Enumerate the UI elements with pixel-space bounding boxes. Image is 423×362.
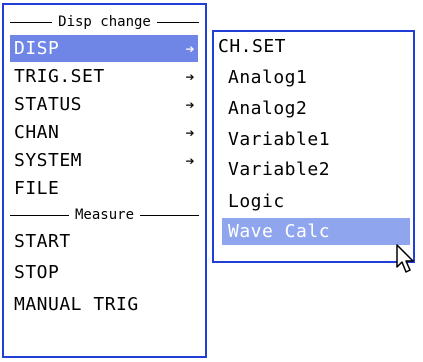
- submenu-item-label: Variable1: [228, 129, 331, 150]
- header-rule: [140, 214, 200, 216]
- submenu-title: CH.SET: [218, 36, 287, 57]
- submenu-item-variable1[interactable]: Variable1: [222, 126, 410, 153]
- section-header-disp-change: Disp change: [4, 11, 205, 33]
- section-header-label: Disp change: [58, 14, 151, 30]
- header-rule: [10, 21, 53, 23]
- menu-item-label: STOP: [14, 262, 60, 283]
- menu-item-label: CHAN: [14, 122, 60, 143]
- mouse-pointer-icon: [396, 244, 414, 273]
- arrow-right-icon: ➔: [185, 39, 195, 58]
- menu-item-label: STATUS: [14, 94, 83, 115]
- disp-change-menu: Disp change DISP ➔ TRIG.SET ➔ STATUS ➔ C…: [2, 3, 207, 358]
- menu-item-label: SYSTEM: [14, 150, 83, 171]
- submenu-item-analog1[interactable]: Analog1: [222, 64, 410, 91]
- section-header-label: Measure: [75, 207, 135, 223]
- header-rule: [156, 21, 199, 23]
- menu-item-stop[interactable]: STOP: [10, 259, 198, 286]
- menu-item-label: FILE: [14, 178, 60, 199]
- menu-item-label: TRIG.SET: [14, 66, 105, 87]
- menu-item-label: MANUAL TRIG: [14, 294, 139, 315]
- arrow-right-icon: ➔: [185, 151, 195, 170]
- menu-item-file[interactable]: FILE: [10, 175, 198, 202]
- arrow-right-icon: ➔: [185, 67, 195, 86]
- submenu-item-label: Analog1: [228, 67, 308, 88]
- submenu-item-label: Logic: [228, 191, 285, 212]
- menu-item-label: START: [14, 231, 71, 252]
- submenu-item-logic[interactable]: Logic: [222, 188, 410, 215]
- arrow-right-icon: ➔: [185, 95, 195, 114]
- menu-item-system[interactable]: SYSTEM ➔: [10, 147, 198, 174]
- menu-item-chan[interactable]: CHAN ➔: [10, 119, 198, 146]
- menu-item-label: DISP: [14, 38, 60, 59]
- section-header-measure: Measure: [4, 204, 205, 226]
- arrow-right-icon: ➔: [185, 123, 195, 142]
- menu-item-manual-trig[interactable]: MANUAL TRIG: [10, 291, 198, 318]
- submenu-item-label: Wave Calc: [228, 221, 331, 242]
- menu-item-start[interactable]: START: [10, 228, 198, 255]
- menu-item-status[interactable]: STATUS ➔: [10, 91, 198, 118]
- submenu-item-analog2[interactable]: Analog2: [222, 95, 410, 122]
- submenu-item-label: Variable2: [228, 159, 331, 180]
- submenu-item-variable2[interactable]: Variable2: [222, 156, 410, 183]
- header-rule: [10, 214, 69, 216]
- menu-item-trig-set[interactable]: TRIG.SET ➔: [10, 63, 198, 90]
- submenu-item-wave-calc[interactable]: Wave Calc: [222, 218, 410, 245]
- ch-set-submenu: CH.SET Analog1 Analog2 Variable1 Variabl…: [212, 30, 415, 263]
- menu-item-disp[interactable]: DISP ➔: [10, 35, 198, 62]
- submenu-item-label: Analog2: [228, 98, 308, 119]
